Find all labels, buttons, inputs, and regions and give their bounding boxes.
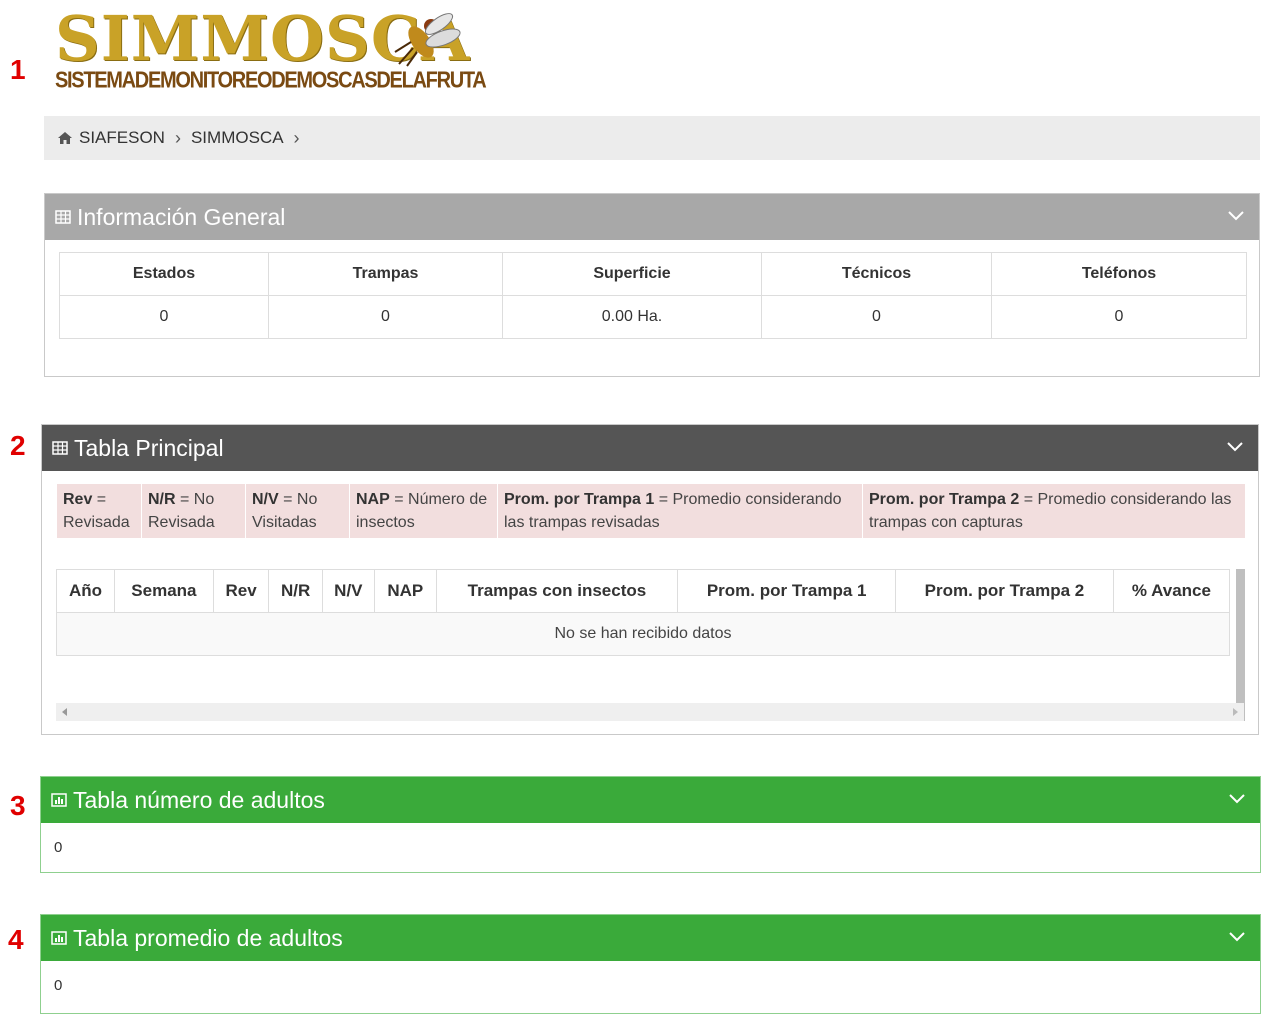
column-header-avance[interactable]: % Avance	[1112, 569, 1231, 613]
column-header-rev[interactable]: Rev	[212, 569, 270, 613]
panel-header-tabla-promedio-adultos[interactable]: Tabla promedio de adultos	[41, 915, 1260, 961]
breadcrumb-simmosca[interactable]: SIMMOSCA	[191, 128, 284, 148]
fruit-fly-icon	[394, 13, 461, 67]
info-general-table: Estados Trampas Superficie Técnicos Telé…	[59, 252, 1247, 339]
value-superficie: 0.00 Ha.	[502, 295, 762, 339]
step-marker-1: 1	[10, 54, 26, 85]
breadcrumb: SIAFESON › SIMMOSCA ›	[44, 116, 1260, 160]
main-table-container: Año Semana Rev N/R N/V NAP Trampas con i…	[55, 569, 1231, 656]
legend-nv: N/V = No Visitadas	[245, 483, 350, 539]
panel-tabla-numero-adultos: Tabla número de adultos 0	[40, 776, 1261, 873]
breadcrumb-separator: ›	[293, 127, 300, 148]
panel-title: Tabla Principal	[74, 434, 224, 461]
bar-chart-icon	[51, 793, 67, 807]
column-header-prom-trampa-1[interactable]: Prom. por Trampa 1	[677, 569, 897, 613]
logo-subtitle: SISTEMADEMONITOREODEMOSCASDELAFRUTA	[55, 68, 487, 94]
step-marker-3: 3	[10, 790, 26, 821]
step-marker-4: 4	[8, 924, 24, 955]
value-estados: 0	[59, 295, 269, 339]
bar-chart-icon	[51, 931, 67, 945]
table-icon	[52, 441, 68, 455]
header-trampas: Trampas	[268, 252, 503, 296]
column-header-nv[interactable]: N/V	[321, 569, 375, 613]
column-header-semana[interactable]: Semana	[114, 569, 214, 613]
header-telefonos: Teléfonos	[991, 252, 1247, 296]
legend-nr: N/R = No Revisada	[141, 483, 246, 539]
chevron-down-icon[interactable]	[1227, 209, 1245, 221]
scroll-right-icon[interactable]	[1233, 708, 1238, 716]
simmosca-logo: SIMMOSCA SISTEMADEMONITOREODEMOSCASDELAF…	[55, 4, 487, 96]
panel-header-tabla-numero-adultos[interactable]: Tabla número de adultos	[41, 777, 1260, 823]
vertical-scrollbar[interactable]	[1236, 569, 1245, 721]
panel-header-informacion-general[interactable]: Información General	[45, 194, 1259, 240]
legend-nap: NAP = Número de insectos	[349, 483, 498, 539]
chevron-down-icon[interactable]	[1228, 930, 1246, 942]
legend-table: Rev = Revisada N/R = No Revisada N/V = N…	[56, 483, 1246, 539]
breadcrumb-separator: ›	[174, 127, 181, 148]
panel-header-tabla-principal[interactable]: Tabla Principal	[42, 425, 1258, 471]
panel-informacion-general: Información General Estados Trampas Supe…	[44, 193, 1260, 377]
promedio-adultos-value: 0	[54, 977, 63, 994]
column-header-nap[interactable]: NAP	[373, 569, 437, 613]
home-icon[interactable]	[57, 131, 73, 145]
header-estados: Estados	[59, 252, 269, 296]
value-telefonos: 0	[991, 295, 1247, 339]
breadcrumb-siafeson[interactable]: SIAFESON	[79, 128, 165, 148]
legend-prom-2: Prom. por Trampa 2 = Promedio consideran…	[862, 483, 1246, 539]
value-trampas: 0	[268, 295, 503, 339]
header-superficie: Superficie	[502, 252, 762, 296]
step-marker-2: 2	[10, 430, 26, 461]
panel-title: Tabla número de adultos	[73, 786, 325, 813]
legend-rev: Rev = Revisada	[56, 483, 142, 539]
numero-adultos-value: 0	[54, 839, 63, 856]
horizontal-scrollbar[interactable]	[56, 703, 1244, 721]
table-icon	[55, 210, 71, 224]
column-header-trampas-con-insectos[interactable]: Trampas con insectos	[435, 569, 679, 613]
header-tecnicos: Técnicos	[761, 252, 992, 296]
empty-table-message: No se han recibido datos	[56, 612, 1230, 656]
legend-prom-1: Prom. por Trampa 1 = Promedio consideran…	[497, 483, 863, 539]
column-header-prom-trampa-2[interactable]: Prom. por Trampa 2	[895, 569, 1114, 613]
main-table: Año Semana Rev N/R N/V NAP Trampas con i…	[55, 569, 1231, 656]
column-header-ano[interactable]: Año	[55, 569, 116, 613]
column-header-nr[interactable]: N/R	[268, 569, 323, 613]
chevron-down-icon[interactable]	[1228, 792, 1246, 804]
panel-title: Información General	[77, 203, 286, 230]
scroll-left-icon[interactable]	[62, 708, 67, 716]
value-tecnicos: 0	[761, 295, 992, 339]
panel-title: Tabla promedio de adultos	[73, 924, 343, 951]
panel-tabla-principal: Tabla Principal Rev = Revisada N/R = No …	[41, 424, 1259, 735]
chevron-down-icon[interactable]	[1226, 440, 1244, 452]
panel-tabla-promedio-adultos: Tabla promedio de adultos 0	[40, 914, 1261, 1014]
